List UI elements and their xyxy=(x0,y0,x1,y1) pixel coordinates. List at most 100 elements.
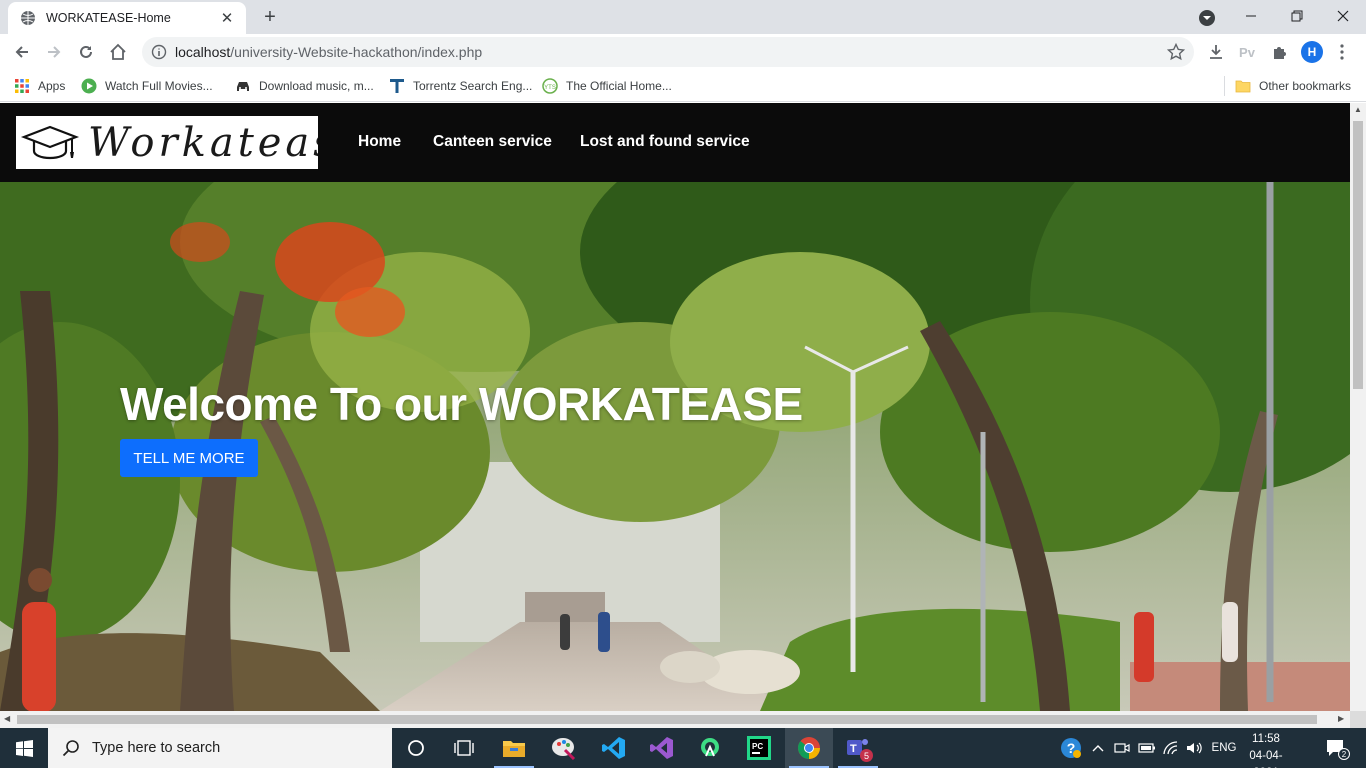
battery-tray[interactable] xyxy=(1136,728,1158,768)
visual-studio-button[interactable] xyxy=(638,728,686,768)
tab-search-icon[interactable] xyxy=(1197,8,1217,28)
horizontal-scroll-thumb[interactable] xyxy=(17,715,1317,724)
bookmark-label: Apps xyxy=(38,79,66,93)
vscode-icon xyxy=(602,737,625,759)
restore-icon xyxy=(1291,10,1303,22)
meet-now-tray[interactable] xyxy=(1112,728,1132,768)
profile-avatar[interactable]: H xyxy=(1301,41,1323,63)
hero-section: Welcome To our WORKATEASE TELL ME MORE xyxy=(0,182,1350,711)
home-icon xyxy=(110,43,126,60)
cortana-button[interactable] xyxy=(392,728,440,768)
bookmarks-bar: Apps Watch Full Movies... Download music… xyxy=(0,70,1366,102)
task-view-icon xyxy=(454,740,474,756)
reload-icon xyxy=(80,45,92,58)
home-button[interactable] xyxy=(104,38,132,66)
pycharm-icon: PC xyxy=(747,736,771,760)
teams-button[interactable]: T 5 xyxy=(834,728,882,768)
bookmark-label: Other bookmarks xyxy=(1259,79,1352,93)
android-studio-icon xyxy=(701,738,719,757)
globe-icon xyxy=(21,11,35,25)
chrome-icon xyxy=(798,737,820,759)
wifi-tray[interactable] xyxy=(1160,728,1182,768)
info-icon[interactable] xyxy=(151,44,167,60)
scroll-up-icon[interactable]: ▲ xyxy=(1354,105,1362,114)
arrow-left-icon xyxy=(15,46,28,58)
windows-taskbar: Type here to search PC T 5 ? ENG 11:58 0… xyxy=(0,728,1366,768)
vertical-scroll-thumb[interactable] xyxy=(1353,121,1363,389)
paint-button[interactable] xyxy=(540,728,588,768)
bookmark-download-music[interactable]: Download music, m... xyxy=(235,76,374,96)
back-button[interactable] xyxy=(8,38,36,66)
volume-tray[interactable] xyxy=(1184,728,1206,768)
browser-menu-button[interactable] xyxy=(1334,40,1350,64)
page-viewport: Workatease Home Canteen service Lost and… xyxy=(0,103,1350,711)
car-icon xyxy=(237,82,249,91)
bookmark-official-home[interactable]: YTS The Official Home... xyxy=(542,76,672,96)
windows-icon xyxy=(15,739,33,757)
svg-text:T: T xyxy=(850,743,857,755)
minimize-button[interactable] xyxy=(1228,0,1274,32)
chrome-button[interactable] xyxy=(785,728,833,768)
folder-icon xyxy=(1235,80,1251,93)
browser-tab[interactable]: WORKATEASE-Home ✕ xyxy=(8,2,246,34)
vertical-scrollbar[interactable]: ▲ xyxy=(1350,103,1366,711)
forward-button[interactable] xyxy=(40,38,68,66)
close-icon xyxy=(1337,10,1349,22)
chevron-up-icon xyxy=(1092,745,1104,752)
nav-lost-and-found[interactable]: Lost and found service xyxy=(580,133,750,151)
graduation-cap-icon xyxy=(20,125,80,159)
android-studio-button[interactable] xyxy=(686,728,734,768)
bookmark-label: Download music, m... xyxy=(259,79,374,93)
pv-extension-icon[interactable]: Pv xyxy=(1235,40,1259,64)
wifi-icon xyxy=(1163,741,1178,755)
url-host: localhost xyxy=(175,44,231,60)
language-text: ENG xyxy=(1211,742,1237,754)
tab-close-icon[interactable]: ✕ xyxy=(218,9,236,27)
tab-strip: WORKATEASE-Home ✕ + xyxy=(0,0,1366,34)
help-tray-icon[interactable]: ? xyxy=(1058,728,1084,768)
vscode-button[interactable] xyxy=(590,728,638,768)
search-icon xyxy=(62,740,79,757)
bookmark-star-icon[interactable] xyxy=(1167,43,1185,61)
start-button[interactable] xyxy=(0,728,48,768)
reload-button[interactable] xyxy=(72,38,100,66)
downloads-button[interactable] xyxy=(1204,40,1228,64)
play-icon xyxy=(81,78,97,94)
horizontal-scrollbar[interactable]: ◀ ▶ xyxy=(0,711,1350,728)
other-bookmarks[interactable]: Other bookmarks xyxy=(1235,76,1351,96)
more-vert-icon xyxy=(1340,44,1344,60)
nav-home[interactable]: Home xyxy=(358,133,401,151)
torrentz-icon xyxy=(390,79,404,93)
arrow-right-icon xyxy=(48,46,61,58)
bookmark-apps[interactable]: Apps xyxy=(14,76,65,96)
bookmark-torrentz[interactable]: Torrentz Search Eng... xyxy=(389,76,532,96)
taskbar-clock[interactable]: 11:58 04-04-2021 xyxy=(1244,731,1288,768)
yts-icon: YTS xyxy=(542,78,558,94)
site-logo[interactable]: Workatease xyxy=(16,116,318,169)
show-hidden-icons[interactable] xyxy=(1088,728,1108,768)
file-explorer-icon xyxy=(503,741,525,757)
nav-canteen-service[interactable]: Canteen service xyxy=(433,133,552,151)
pycharm-button[interactable]: PC xyxy=(735,728,783,768)
bookmark-label: Watch Full Movies... xyxy=(105,79,213,93)
address-bar[interactable]: localhost/university-Website-hackathon/i… xyxy=(142,37,1194,67)
language-indicator[interactable]: ENG xyxy=(1208,728,1240,768)
tell-me-more-button[interactable]: TELL ME MORE xyxy=(120,439,258,477)
file-explorer-button[interactable] xyxy=(490,728,538,768)
bookmark-watch-movies[interactable]: Watch Full Movies... xyxy=(81,76,213,96)
new-tab-button[interactable]: + xyxy=(258,6,282,28)
taskbar-search[interactable]: Type here to search xyxy=(48,728,392,768)
task-view-button[interactable] xyxy=(440,728,488,768)
restore-button[interactable] xyxy=(1274,0,1320,32)
bookmark-label: Torrentz Search Eng... xyxy=(413,79,533,93)
action-center-button[interactable]: 2 xyxy=(1316,728,1356,768)
camera-icon xyxy=(1114,743,1130,753)
scroll-right-icon[interactable]: ▶ xyxy=(1338,714,1344,723)
svg-text:PC: PC xyxy=(752,742,763,751)
scroll-left-icon[interactable]: ◀ xyxy=(4,714,10,723)
close-window-button[interactable] xyxy=(1320,0,1366,32)
hero-title: Welcome To our WORKATEASE xyxy=(120,378,803,430)
minimize-icon xyxy=(1246,15,1256,17)
extensions-button[interactable] xyxy=(1268,40,1292,64)
help-icon: ? xyxy=(1061,738,1081,758)
